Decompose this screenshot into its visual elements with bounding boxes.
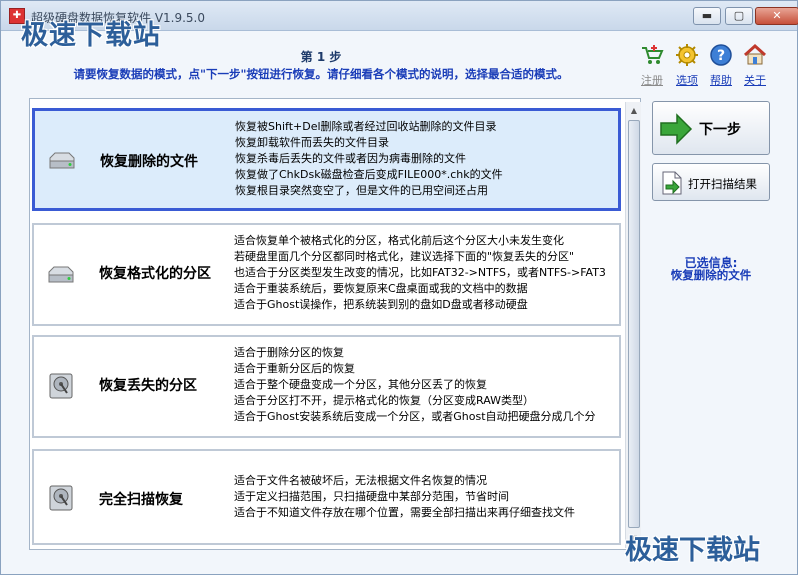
mode-line: 适合于Ghost安装系统后变成一个分区，或者Ghost自动把硬盘分成几个分 [234, 410, 596, 423]
mode-card-delete[interactable]: 恢复删除的文件 恢复被Shift+Del删除或者经过回收站删除的文件目录 恢复卸… [32, 108, 621, 211]
cart-icon [642, 45, 664, 64]
arrow-right-icon [660, 113, 693, 145]
mode-card-full-scan[interactable]: 完全扫描恢复 适合于文件名被破坏后，无法根据文件名恢复的情况 适于定义扫描范围，… [32, 449, 621, 545]
gear-icon [676, 44, 698, 66]
next-step-button[interactable]: 下一步 [652, 101, 770, 155]
help-icon: ? [710, 44, 732, 66]
close-button[interactable]: ✕ [755, 7, 798, 25]
house-icon [743, 43, 767, 65]
selected-info-value: 恢复删除的文件 [670, 268, 752, 282]
open-scan-result-label: 打开扫描结果 [688, 177, 757, 191]
help-tool[interactable]: ? 帮助 [706, 43, 736, 88]
mode-description: 适合恢复单个被格式化的分区，格式化前后这个分区大小未发生变化 若硬盘里面几个分区… [234, 233, 618, 313]
scroll-thumb[interactable] [628, 120, 640, 528]
help-label: 帮助 [710, 74, 732, 87]
watermark-top: 极速下载站 [21, 20, 161, 51]
mode-line: 适合于重新分区后的恢复 [234, 362, 355, 375]
options-label: 选项 [676, 74, 698, 87]
mode-line: 恢复根目录突然变空了，但是文件的已用空间还占用 [235, 184, 488, 197]
about-tool[interactable]: 关于 [740, 43, 770, 88]
hard-disk-icon [49, 485, 73, 511]
mode-name: 恢复删除的文件 [100, 154, 198, 170]
svg-text:?: ? [717, 48, 725, 64]
mode-name: 完全扫描恢复 [99, 492, 183, 508]
mode-line: 适于定义扫描范围，只扫描硬盘中某部分范围，节省时间 [234, 490, 509, 503]
app-window: ✚ 超级硬盘数据恢复软件 V1.9.5.0 极速下载站 ▬ ▢ ✕ 第 1 步 … [0, 0, 798, 575]
register-tool[interactable]: 注册 [637, 43, 667, 88]
mode-line: 适合恢复单个被格式化的分区，格式化前后这个分区大小未发生变化 [234, 234, 564, 247]
mode-line: 若硬盘里面几个分区都同时格式化，建议选择下面的"恢复丢失的分区" [234, 250, 575, 263]
mode-line: 也适合于分区类型发生改变的情况，比如FAT32->NTFS，或者NTFS->FA… [234, 266, 606, 279]
mode-line: 适合于删除分区的恢复 [234, 346, 344, 359]
vertical-scrollbar[interactable]: ▲ ▼ [625, 102, 641, 548]
step-title: 第 1 步 [300, 50, 342, 64]
document-arrow-icon [662, 171, 682, 195]
mode-line: 恢复被Shift+Del删除或者经过回收站删除的文件目录 [235, 120, 497, 133]
mode-card-format[interactable]: 恢复格式化的分区 适合恢复单个被格式化的分区，格式化前后这个分区大小未发生变化 … [32, 223, 621, 326]
mode-description: 恢复被Shift+Del删除或者经过回收站删除的文件目录 恢复卸载软件而丢失的文… [235, 119, 619, 199]
mode-line: 恢复杀毒后丢失的文件或者因为病毒删除的文件 [235, 152, 466, 165]
drive-icon [48, 266, 74, 283]
register-label: 注册 [641, 74, 663, 87]
drive-icon [49, 152, 75, 169]
scroll-up-icon[interactable]: ▲ [627, 104, 641, 118]
next-step-label: 下一步 [699, 122, 741, 138]
open-scan-result-button[interactable]: 打开扫描结果 [652, 163, 770, 201]
maximize-button[interactable]: ▢ [725, 7, 753, 25]
mode-description: 适合于删除分区的恢复 适合于重新分区后的恢复 适合于整个硬盘变成一个分区，其他分… [234, 345, 618, 425]
mode-line: 恢复做了ChkDsk磁盘检查后变成FILE000*.chk的文件 [235, 168, 503, 181]
about-label: 关于 [744, 74, 766, 87]
mode-name: 恢复丢失的分区 [99, 378, 197, 394]
mode-line: 适合于重装系统后，要恢复原来C盘桌面或我的文档中的数据 [234, 282, 528, 295]
options-tool[interactable]: 选项 [672, 43, 702, 88]
mode-line: 适合于整个硬盘变成一个分区，其他分区丢了的恢复 [234, 378, 487, 391]
mode-line: 适合于不知道文件存放在哪个位置，需要全部扫描出来再仔细查找文件 [234, 506, 575, 519]
mode-line: 恢复卸载软件而丢失的文件目录 [235, 136, 389, 149]
mode-name: 恢复格式化的分区 [99, 266, 211, 282]
watermark-bottom: 极速下载站 [625, 535, 760, 566]
hard-disk-icon [49, 373, 73, 399]
mode-list: 恢复删除的文件 恢复被Shift+Del删除或者经过回收站删除的文件目录 恢复卸… [29, 98, 641, 550]
minimize-button[interactable]: ▬ [693, 7, 721, 25]
title-bar[interactable]: ✚ 超级硬盘数据恢复软件 V1.9.5.0 极速下载站 ▬ ▢ ✕ [1, 1, 798, 51]
mode-line: 适合于Ghost误操作，把系统装到别的盘如D盘或者移动硬盘 [234, 298, 528, 311]
mode-line: 适合于文件名被破坏后，无法根据文件名恢复的情况 [234, 474, 487, 487]
mode-card-lost-partition[interactable]: 恢复丢失的分区 适合于删除分区的恢复 适合于重新分区后的恢复 适合于整个硬盘变成… [32, 335, 621, 438]
mode-description: 适合于文件名被破坏后，无法根据文件名恢复的情况 适于定义扫描范围，只扫描硬盘中某… [234, 473, 618, 521]
mode-line: 适合于分区打不开，提示格式化的恢复（分区变成RAW类型） [234, 394, 534, 407]
step-description: 请要恢复数据的模式，点"下一步"按钮进行恢复。请仔细看各个模式的说明，选择最合适… [73, 67, 569, 81]
